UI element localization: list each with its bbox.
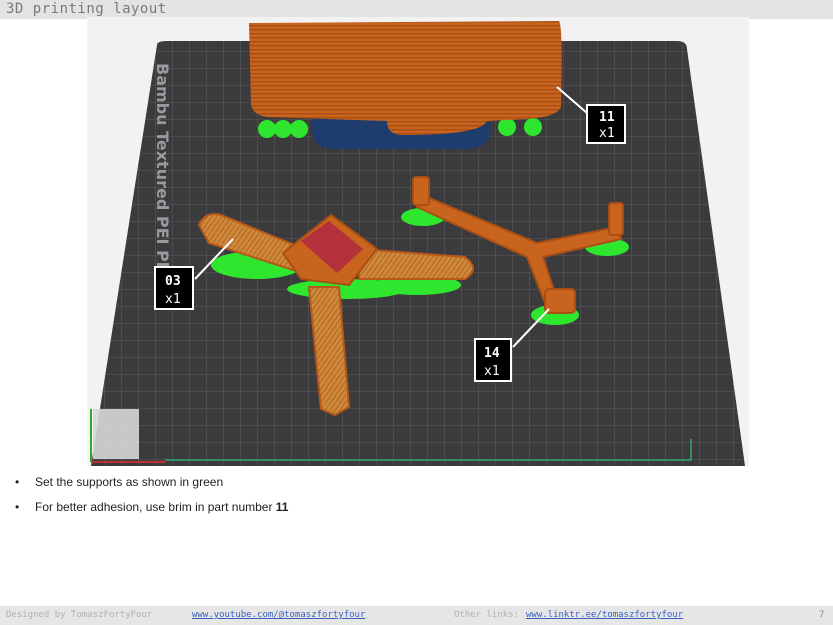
part-label-03: 03 x1 [154, 266, 194, 310]
svg-text:x1: x1 [599, 126, 615, 141]
linktree-link[interactable]: www.linktr.ee/tomaszfortyfour [526, 610, 683, 620]
bullet-point: • [15, 500, 20, 514]
build-plate-render: Bambu Textured PEI Plate 11 x1 03 x1 14 … [90, 21, 745, 466]
designer-credit: Designed by TomaszFortyFour [6, 610, 153, 620]
other-links-label: Other links: [454, 610, 520, 620]
bullet-point: • [15, 475, 20, 489]
part-label-14: 14 x1 [474, 338, 512, 382]
instruction-item: • Set the supports as shown in green [15, 474, 615, 499]
svg-text:x1: x1 [484, 364, 500, 379]
footer: Designed by TomaszFortyFour www.youtube.… [0, 606, 833, 625]
instruction-text: For better adhesion, use brim in part nu… [35, 500, 276, 514]
youtube-link[interactable]: www.youtube.com/@tomaszfortyfour [192, 610, 365, 620]
instructions: • Set the supports as shown in green • F… [15, 474, 615, 524]
instruction-item: • For better adhesion, use brim in part … [15, 499, 615, 524]
svg-text:14: 14 [484, 346, 500, 361]
origin-marker [93, 409, 139, 459]
svg-text:x1: x1 [165, 292, 181, 307]
svg-text:11: 11 [599, 110, 615, 125]
part-label-11: 11 x1 [586, 104, 626, 144]
svg-text:03: 03 [165, 274, 181, 289]
page-number: 7 [819, 610, 825, 620]
part-number: 11 [275, 500, 289, 514]
instruction-text: Set the supports as shown in green [35, 475, 224, 489]
plate-name: Bambu Textured PEI Plate [153, 63, 172, 297]
part-11 [249, 21, 562, 135]
slicer-viewport: Bambu Textured PEI Plate 11 x1 03 x1 14 … [87, 17, 749, 466]
page-title: 3D printing layout [6, 1, 167, 17]
